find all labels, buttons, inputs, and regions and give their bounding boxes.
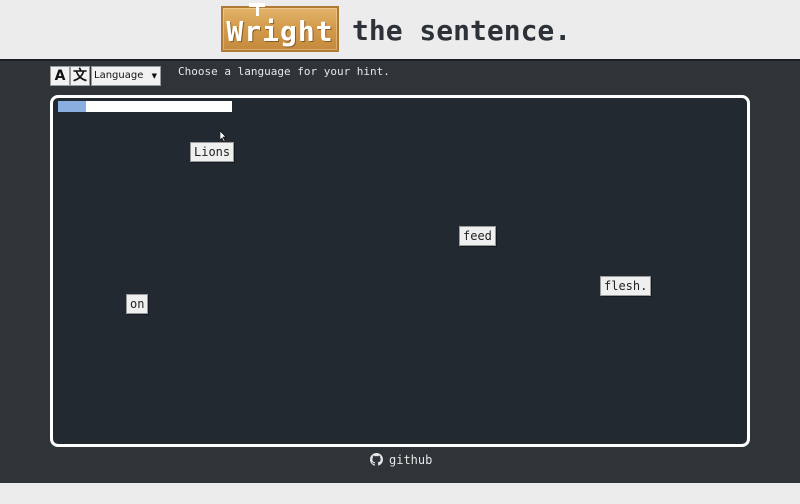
word-tile[interactable]: feed <box>459 226 496 246</box>
font-toggle-button[interactable]: A <box>50 66 70 86</box>
progress-fill <box>58 101 86 112</box>
bottom-bar <box>0 483 800 504</box>
tagline: the sentence. <box>352 14 572 47</box>
translate-icon[interactable]: 文 <box>70 66 90 86</box>
language-select[interactable]: Language ▼ <box>91 66 161 86</box>
mouse-cursor-icon <box>220 131 227 142</box>
github-icon <box>370 453 383 466</box>
github-link-label: github <box>389 453 433 467</box>
word-tile[interactable]: Lions <box>190 142 235 162</box>
hammer-icon <box>249 3 265 16</box>
word-tile[interactable]: on <box>126 294 149 314</box>
wright-logo: Wright <box>221 3 339 52</box>
chevron-down-icon: ▼ <box>151 72 157 80</box>
hint-instruction: Choose a language for your hint. <box>178 65 390 78</box>
language-select-value: Language <box>94 70 144 81</box>
word-tile[interactable]: flesh. <box>600 276 652 296</box>
logo-text: Wright <box>226 15 334 48</box>
header: Wright the sentence. <box>0 0 800 59</box>
word-board <box>50 95 750 447</box>
progress-bar <box>58 101 232 112</box>
